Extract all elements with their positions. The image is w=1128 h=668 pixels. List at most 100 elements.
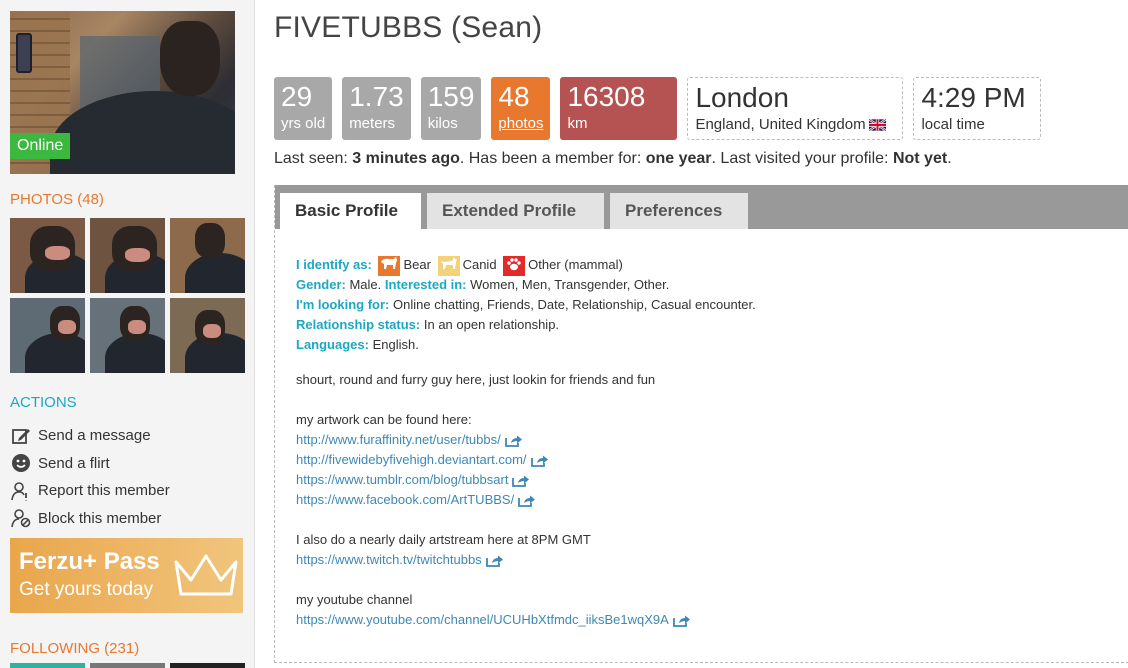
- following-thumb[interactable]: [170, 663, 245, 668]
- stat-photos[interactable]: 48 photos: [491, 77, 551, 140]
- photo-thumb[interactable]: [170, 298, 245, 373]
- gender-row: Gender: Male. Interested in: Women, Men,…: [296, 275, 1116, 295]
- identify-row: I identify as: Bear Canid Other (mammal): [296, 255, 1116, 276]
- external-link[interactable]: https://www.youtube.com/channel/UCUHbXtf…: [296, 610, 1116, 630]
- external-link-icon[interactable]: [512, 475, 530, 487]
- period: .: [947, 150, 952, 167]
- species-name: Canid: [462, 257, 497, 272]
- link-text[interactable]: https://www.facebook.com/ArtTUBBS/: [296, 492, 514, 507]
- link-text[interactable]: http://fivewidebyfivehigh.deviantart.com…: [296, 452, 527, 467]
- actions-list: Send a message Send a flirt Report this …: [10, 422, 170, 532]
- stat-value: 1.73: [349, 81, 404, 112]
- last-seen-prefix: Last seen:: [274, 150, 353, 167]
- following-title[interactable]: FOLLOWING (231): [10, 640, 139, 657]
- pass-title: Ferzu+ Pass: [19, 548, 160, 575]
- following-thumb[interactable]: [10, 663, 85, 668]
- bear-icon: [378, 255, 401, 276]
- ferzu-pass-banner[interactable]: Ferzu+ Pass Get yours today: [10, 538, 243, 613]
- external-link[interactable]: http://www.furaffinity.net/user/tubbs/: [296, 430, 1116, 450]
- external-link[interactable]: http://fivewidebyfivehigh.deviantart.com…: [296, 450, 1116, 470]
- stat-unit: photos: [498, 115, 544, 132]
- interested-label: Interested in:: [384, 277, 467, 292]
- member-since-value: one year: [645, 150, 712, 167]
- actions-title: ACTIONS: [10, 394, 77, 411]
- interested-value: Women, Men, Transgender, Other.: [470, 277, 670, 292]
- action-label: Report this member: [38, 482, 170, 500]
- link-text[interactable]: https://www.youtube.com/channel/UCUHbXtf…: [296, 612, 669, 627]
- youtube-heading: my youtube channel: [296, 592, 413, 607]
- stat-age: 29 yrs old: [274, 77, 333, 140]
- link-text[interactable]: https://www.twitch.tv/twitchtubbs: [296, 552, 482, 567]
- local-time-value: 4:29 PM: [921, 82, 1026, 113]
- last-seen-value: 3 minutes ago: [352, 150, 460, 167]
- species-name: Bear: [403, 257, 431, 272]
- send-message-action[interactable]: Send a message: [10, 422, 170, 450]
- stat-value: 16308: [567, 81, 646, 112]
- photo-thumb[interactable]: [90, 298, 165, 373]
- tab-basic-profile[interactable]: Basic Profile: [280, 193, 421, 229]
- external-link[interactable]: https://www.tumblr.com/blog/tubbsart: [296, 470, 1116, 490]
- stat-value: 159: [427, 81, 475, 112]
- edit-icon: [10, 425, 32, 447]
- avatar-lamp: [16, 33, 32, 73]
- stat-unit: yrs old: [281, 115, 326, 132]
- avatar-figure-body: [50, 91, 235, 174]
- stats-row: 29 yrs old 1.73 meters 159 kilos 48 phot…: [274, 77, 1042, 140]
- relationship-label: Relationship status:: [296, 317, 421, 332]
- external-link-icon[interactable]: [504, 435, 523, 447]
- photos-title[interactable]: PHOTOS (48): [10, 191, 104, 208]
- action-label: Block this member: [38, 509, 162, 527]
- last-seen-line: Last seen: 3 minutes ago. Has been a mem…: [274, 150, 952, 168]
- profile-panel: Basic Profile Extended Profile Preferenc…: [274, 185, 1128, 663]
- tab-extended-profile[interactable]: Extended Profile: [427, 193, 604, 229]
- smiley-icon: [10, 452, 32, 474]
- send-flirt-action[interactable]: Send a flirt: [10, 450, 170, 478]
- external-link-icon[interactable]: [672, 615, 691, 627]
- external-link-icon[interactable]: [518, 495, 536, 507]
- looking-value: Online chatting, Friends, Date, Relation…: [393, 297, 756, 312]
- looking-row: I'm looking for: Online chatting, Friend…: [296, 295, 1116, 315]
- report-member-action[interactable]: Report this member: [10, 477, 170, 505]
- block-user-icon: [10, 507, 32, 529]
- photo-thumb[interactable]: [90, 218, 165, 293]
- last-visited-prefix: . Last visited your profile:: [711, 150, 893, 167]
- stat-value: 29: [281, 81, 313, 112]
- external-link[interactable]: https://www.facebook.com/ArtTUBBS/: [296, 490, 1116, 510]
- photo-thumb[interactable]: [10, 218, 85, 293]
- action-label: Send a message: [38, 427, 151, 445]
- online-badge: Online: [10, 133, 71, 159]
- looking-label: I'm looking for:: [296, 297, 390, 312]
- tab-bar: Basic Profile Extended Profile Preferenc…: [275, 185, 1128, 229]
- link-text[interactable]: https://www.tumblr.com/blog/tubbsart: [296, 472, 508, 487]
- avatar-figure-head: [160, 21, 220, 96]
- photo-thumb[interactable]: [170, 218, 245, 293]
- artwork-heading: my artwork can be found here:: [296, 412, 472, 427]
- following-thumbs: [10, 663, 245, 668]
- report-user-icon: [10, 480, 32, 502]
- link-text[interactable]: http://www.furaffinity.net/user/tubbs/: [296, 432, 501, 447]
- block-member-action[interactable]: Block this member: [10, 505, 170, 533]
- stat-unit: meters: [349, 115, 396, 132]
- last-visited-value: Not yet: [892, 150, 948, 167]
- pass-subtitle: Get yours today: [19, 579, 154, 600]
- member-since-prefix: . Has been a member for:: [459, 150, 646, 167]
- stat-unit: kilos: [427, 115, 458, 132]
- location-region: England, United Kingdom: [695, 116, 866, 133]
- external-link-icon[interactable]: [485, 555, 504, 567]
- local-time-label: local time: [921, 116, 985, 133]
- following-thumb[interactable]: [90, 663, 165, 668]
- languages-label: Languages:: [296, 337, 369, 352]
- sidebar: Online PHOTOS (48) ACTIONS Send a messag…: [0, 0, 255, 668]
- action-label: Send a flirt: [38, 454, 110, 472]
- stat-location: London England, United Kingdom: [687, 77, 904, 140]
- languages-value: English.: [372, 337, 419, 352]
- photo-thumb[interactable]: [10, 298, 85, 373]
- external-link[interactable]: https://www.twitch.tv/twitchtubbs: [296, 550, 1116, 570]
- location-city: London: [695, 82, 789, 113]
- tab-preferences[interactable]: Preferences: [610, 193, 748, 229]
- external-link-icon[interactable]: [530, 455, 549, 467]
- basic-profile-content: I identify as: Bear Canid Other (mammal)…: [296, 255, 1116, 630]
- relationship-row: Relationship status: In an open relation…: [296, 315, 1116, 335]
- identify-label: I identify as:: [296, 257, 372, 272]
- uk-flag-icon: [868, 119, 886, 132]
